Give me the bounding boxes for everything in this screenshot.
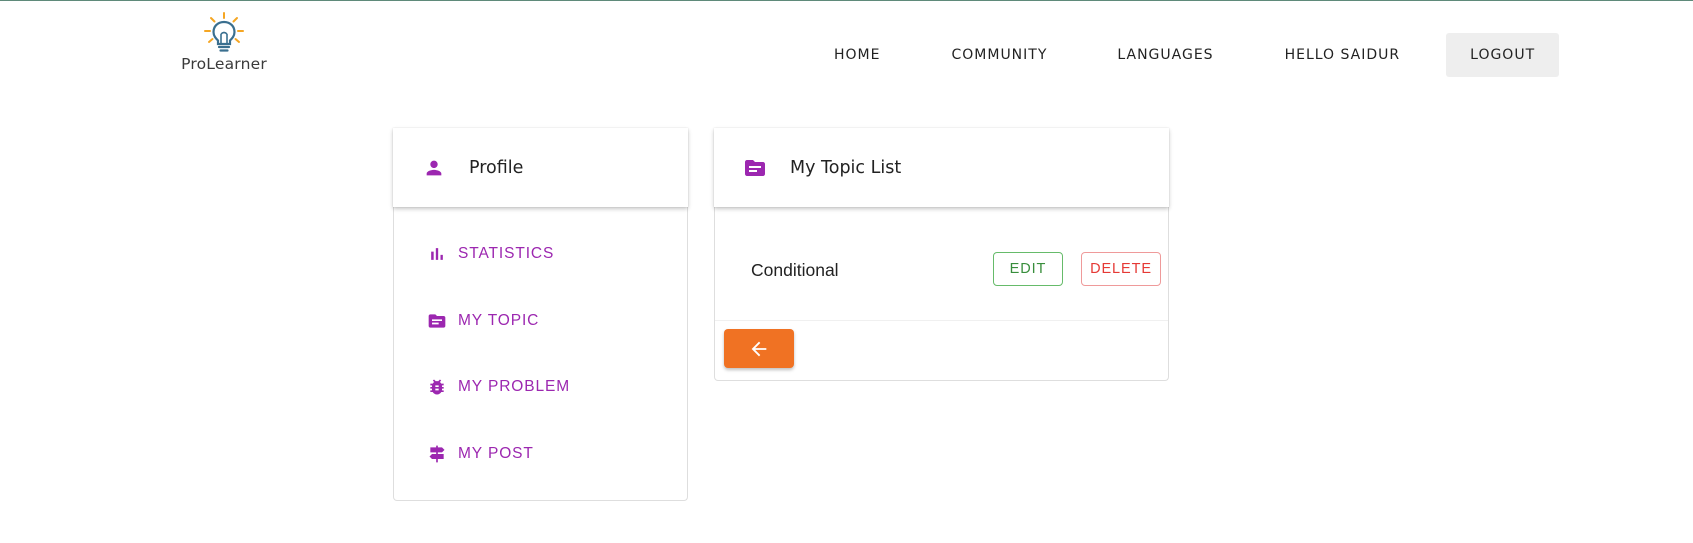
topic-folder-icon <box>742 155 768 181</box>
menu-item-my-topic[interactable]: MY TOPIC <box>426 306 687 336</box>
logout-button[interactable]: LOGOUT <box>1446 33 1560 77</box>
menu-item-my-problem[interactable]: MY PROBLEM <box>426 372 687 402</box>
delete-topic-button[interactable]: DELETE <box>1081 252 1161 286</box>
navbar: ProLearner HOME COMMUNITY LANGUAGES HELL… <box>0 1 1693 91</box>
menu-item-my-post[interactable]: MY POST <box>426 439 687 469</box>
topic-folder-icon <box>426 310 448 332</box>
brand-logo[interactable]: ProLearner <box>172 11 276 77</box>
profile-card-header: Profile <box>393 128 688 207</box>
profile-title: Profile <box>469 157 524 178</box>
nav-user-greeting[interactable]: HELLO SAIDUR <box>1263 33 1423 77</box>
bug-icon <box>426 376 448 398</box>
menu-item-label: STATISTICS <box>458 245 555 262</box>
list-item: Conditional EDIT DELETE <box>715 207 1168 321</box>
topic-list-card: My Topic List Conditional EDIT DELETE <box>714 128 1169 381</box>
lightbulb-logo-icon <box>204 12 244 52</box>
nav-home-link[interactable]: HOME <box>812 33 902 77</box>
signpost-icon <box>426 443 448 465</box>
nav-languages-link[interactable]: LANGUAGES <box>1095 33 1235 77</box>
profile-menu: STATISTICS MY TOPIC MY PROBLEM MY POST <box>393 207 688 501</box>
topic-list: Conditional EDIT DELETE <box>714 207 1169 381</box>
arrow-left-icon <box>751 341 767 356</box>
topic-name: Conditional <box>751 260 839 280</box>
profile-card: Profile STATISTICS MY TOPIC MY PROBLEM M… <box>393 128 688 501</box>
menu-item-statistics[interactable]: STATISTICS <box>426 239 687 269</box>
menu-item-label: MY POST <box>458 444 534 462</box>
menu-item-label: MY PROBLEM <box>458 378 571 395</box>
nav-community-link[interactable]: COMMUNITY <box>929 33 1069 77</box>
topic-list-header: My Topic List <box>714 128 1169 207</box>
person-icon <box>421 155 447 181</box>
back-button[interactable] <box>724 329 794 368</box>
edit-topic-button[interactable]: EDIT <box>993 252 1063 286</box>
menu-item-label: MY TOPIC <box>458 311 540 329</box>
brand-name: ProLearner <box>181 55 267 73</box>
main-nav: HOME COMMUNITY LANGUAGES HELLO SAIDUR LO… <box>800 33 1560 77</box>
topic-list-title: My Topic List <box>790 157 902 178</box>
bar-chart-icon <box>426 243 448 265</box>
